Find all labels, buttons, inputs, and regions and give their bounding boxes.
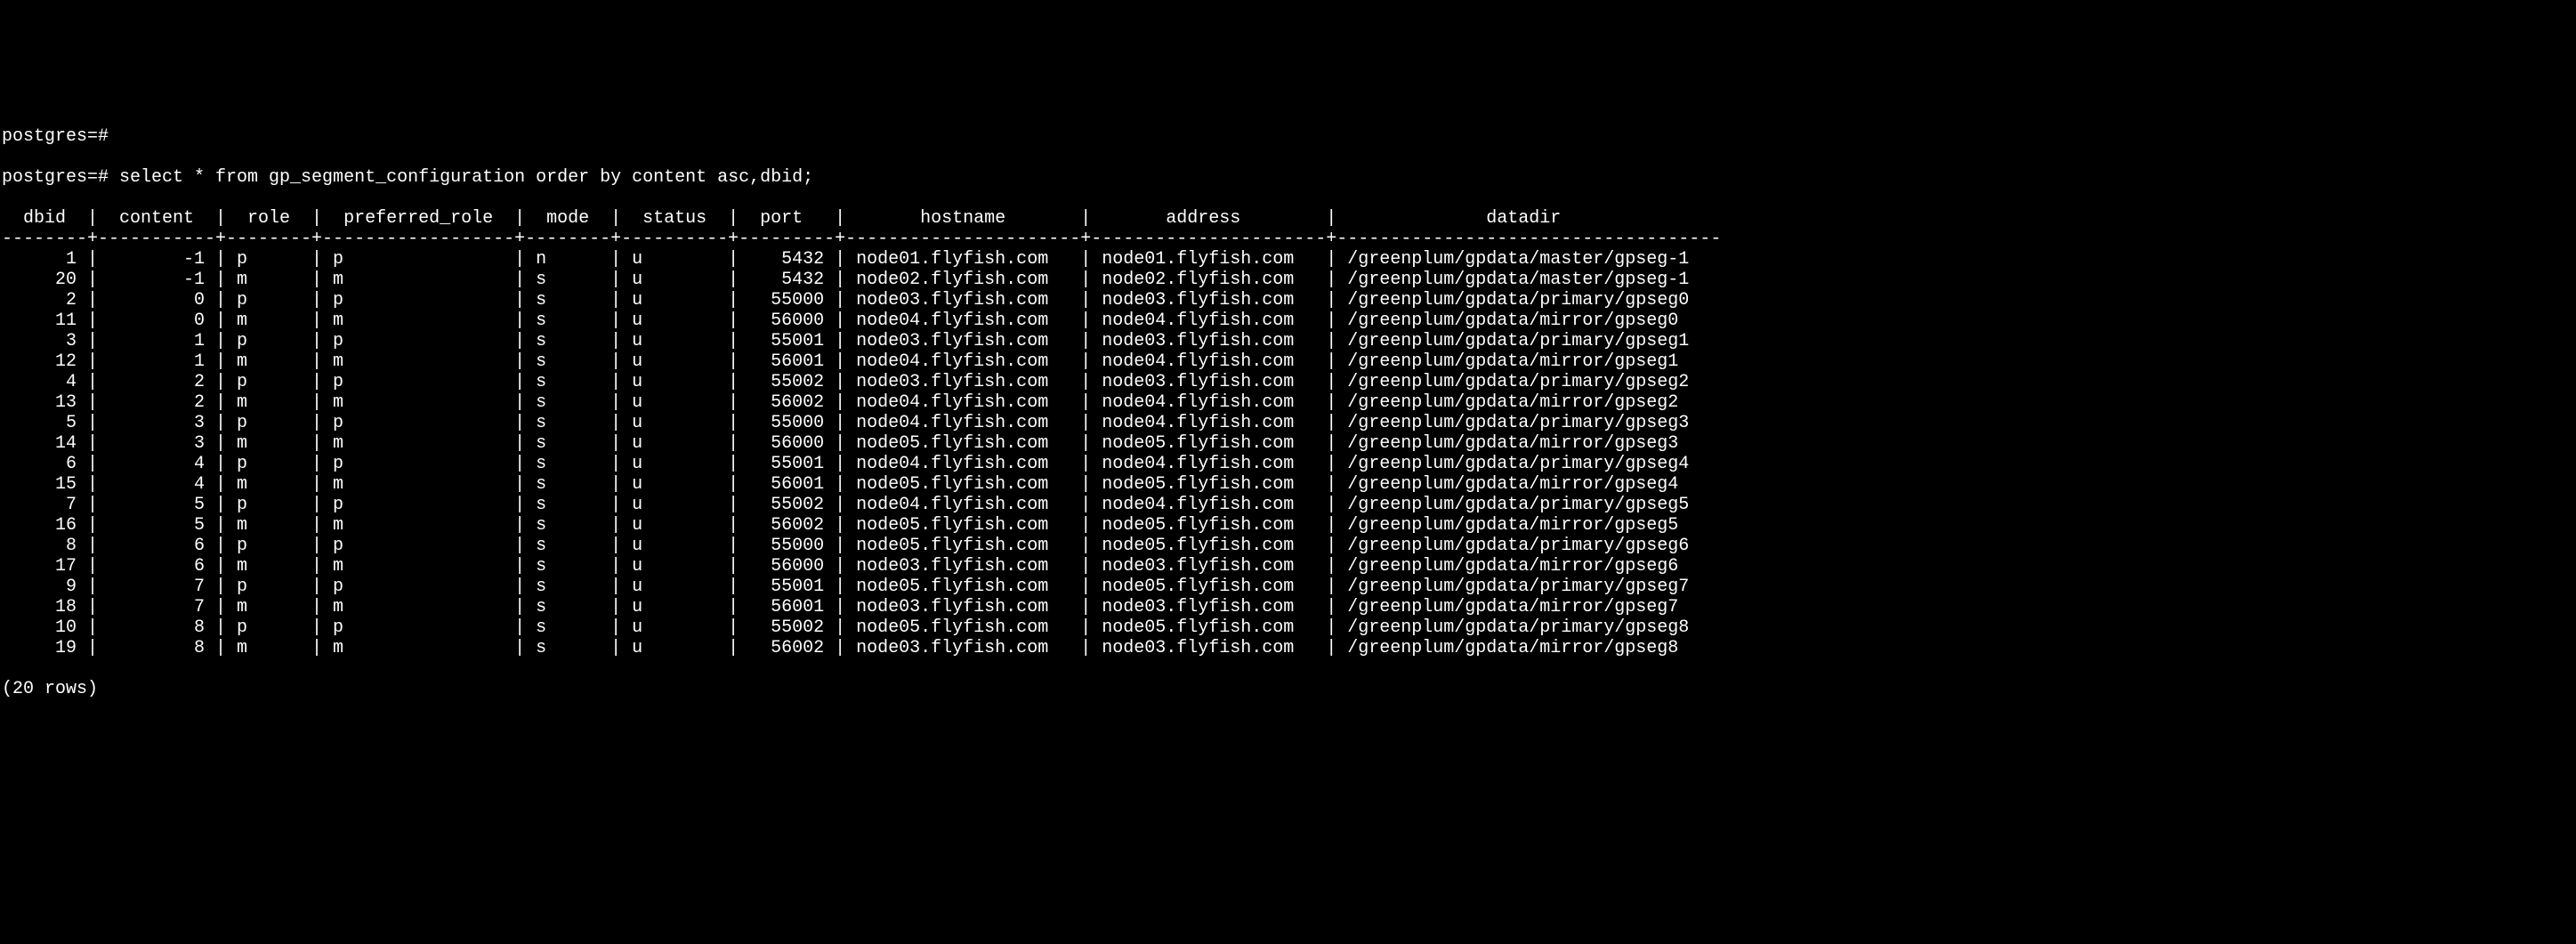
psql-table: dbid | content | role | preferred_role |… [2,208,2576,658]
prompt-line: postgres=# select * from gp_segment_conf… [2,167,2576,188]
row-count: (20 rows) [2,679,2576,699]
prompt-line: postgres=# [2,126,2576,147]
terminal-output[interactable]: postgres=# postgres=# select * from gp_s… [0,102,2576,723]
